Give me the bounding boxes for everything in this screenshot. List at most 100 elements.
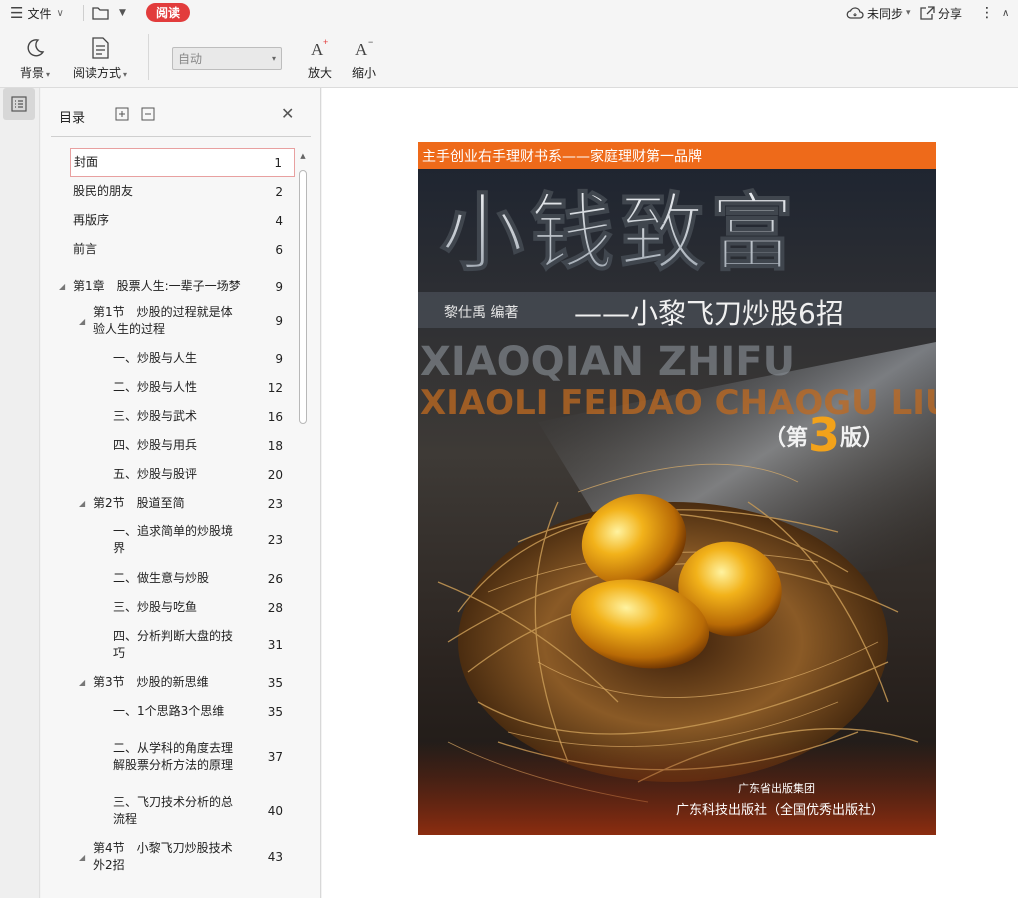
- toc-item-label: 股民的朋友: [73, 184, 134, 198]
- background-button[interactable]: 背景 ▾: [16, 36, 54, 82]
- toc-item[interactable]: 二、从学科的角度去理解股票分析方法的原理 37: [70, 739, 295, 775]
- toc-item[interactable]: 三、炒股与武术 16: [70, 402, 295, 431]
- svg-text:A: A: [355, 40, 368, 59]
- toc-item-page: 35: [267, 704, 283, 719]
- cover-pinyin-2: XIAOLI FEIDAO CHAOGU LIUZHAO: [420, 383, 936, 423]
- toc-item-page: 40: [267, 804, 283, 818]
- toc-item-page: 4: [275, 213, 283, 228]
- cover-pinyin-1: XIAOQIAN ZHIFU: [420, 339, 795, 385]
- toc-item-page: 18: [267, 438, 283, 453]
- toc-item[interactable]: 三、炒股与吃鱼 28: [70, 593, 295, 622]
- file-menu-button[interactable]: ☰ 文件 ∨: [10, 0, 64, 26]
- collapse-ribbon-icon[interactable]: ∧: [1002, 0, 1009, 26]
- toc-item-label: 三、炒股与吃鱼: [113, 600, 198, 614]
- toc-item-page: 31: [267, 638, 283, 652]
- toc-item-label: 封面: [74, 155, 99, 169]
- expand-triangle-icon[interactable]: ◢: [79, 303, 85, 339]
- cover-publisher-group: 广东省出版集团: [738, 781, 815, 795]
- toc-item-label: 第2节 股道至简: [93, 496, 185, 510]
- toc-toggle-button[interactable]: [3, 88, 35, 120]
- toc-item-label: 第4节 小黎飞刀炒股技术外2招: [93, 841, 233, 872]
- toc-item[interactable]: 一、炒股与人生 9: [70, 344, 295, 373]
- toc-item-label: 一、1个思路3个思维: [113, 704, 225, 718]
- scroll-up-icon[interactable]: ▲: [296, 149, 310, 163]
- cover-series-line: 主手创业右手理财书系——家庭理财第一品牌: [422, 148, 702, 165]
- toc-scrollbar[interactable]: ▲: [296, 149, 310, 898]
- cover-edition-open: （第: [764, 425, 808, 451]
- open-folder-button[interactable]: ▼: [92, 0, 126, 26]
- toc-item-label: 四、分析判断大盘的技巧: [113, 629, 234, 660]
- sync-status-label: 未同步: [867, 6, 904, 21]
- toc-item-page: 23: [267, 533, 283, 547]
- cover-subtitle: ——小黎飞刀炒股6招: [574, 297, 844, 330]
- zoom-in-icon: A +: [310, 36, 330, 60]
- cover-author: 黎仕禹 编著: [444, 305, 518, 321]
- toc-item[interactable]: ◢ 第4节 小黎飞刀炒股技术外2招 43: [70, 839, 295, 875]
- toc-item-label: 五、炒股与股评: [113, 467, 198, 481]
- toc-item[interactable]: 四、炒股与用兵 18: [70, 431, 295, 460]
- folder-icon: [92, 7, 109, 20]
- toc-item-page: 12: [267, 380, 283, 395]
- collapse-all-icon[interactable]: [141, 107, 155, 121]
- toc-item-page: 43: [267, 850, 283, 864]
- expand-triangle-icon[interactable]: ◢: [79, 489, 85, 518]
- toc-panel: 目录 ✕ 封面 1 股民的朋友 2 再版序 4 前言 6 ◢ 第1章 股票人生:…: [41, 88, 321, 898]
- toc-list: 封面 1 股民的朋友 2 再版序 4 前言 6 ◢ 第1章 股票人生:一辈子一场…: [41, 137, 299, 898]
- share-label: 分享: [938, 6, 963, 21]
- toc-item[interactable]: ◢ 第3节 炒股的新思维 35: [70, 668, 295, 697]
- zoom-select[interactable]: 自动 ▾: [172, 47, 282, 70]
- toc-item[interactable]: 再版序 4: [70, 206, 295, 235]
- book-cover-image: 主手创业右手理财书系——家庭理财第一品牌 小钱致富 黎仕禹 编著 ——小黎飞刀炒…: [418, 142, 936, 835]
- toc-item[interactable]: 五、炒股与股评 20: [70, 460, 295, 489]
- read-mode-button[interactable]: 阅读方式 ▾: [70, 36, 130, 82]
- chevron-down-icon: ▾: [906, 8, 911, 18]
- toc-item[interactable]: 前言 6: [70, 235, 295, 264]
- toc-item[interactable]: 一、1个思路3个思维 35: [70, 697, 295, 726]
- toc-item[interactable]: ◢ 第2节 股道至简 23: [70, 489, 295, 518]
- toc-item-label: 二、做生意与炒股: [113, 571, 210, 585]
- toc-item[interactable]: 二、做生意与炒股 26: [70, 564, 295, 593]
- sync-status-button[interactable]: 未同步 ▾: [846, 0, 911, 26]
- chevron-down-icon: ▾: [46, 70, 51, 79]
- toc-item-page: 35: [267, 675, 283, 690]
- expand-all-icon[interactable]: [115, 107, 129, 121]
- expand-triangle-icon[interactable]: ◢: [59, 272, 65, 301]
- svg-text:+: +: [323, 37, 328, 47]
- close-icon[interactable]: ✕: [281, 104, 294, 123]
- more-options-icon[interactable]: ⋮: [980, 0, 995, 26]
- toc-header: 目录 ✕: [41, 88, 321, 136]
- share-button[interactable]: 分享: [920, 0, 962, 26]
- chevron-down-icon: ▾: [271, 54, 276, 63]
- toc-item[interactable]: 一、追求简单的炒股境界 23: [70, 522, 295, 558]
- zoom-in-button[interactable]: A + 放大: [306, 36, 334, 82]
- toc-item[interactable]: 封面 1: [70, 148, 295, 177]
- cover-publisher: 广东科技出版社（全国优秀出版社）: [676, 802, 884, 818]
- expand-triangle-icon[interactable]: ◢: [79, 839, 85, 875]
- toc-item-label: 前言: [73, 242, 98, 256]
- scroll-thumb[interactable]: [299, 170, 307, 424]
- expand-triangle-icon[interactable]: ◢: [79, 668, 85, 697]
- cover-edition-close: 版）: [840, 426, 884, 451]
- chevron-down-icon: ▾: [123, 70, 128, 79]
- zoom-in-label: 放大: [307, 66, 332, 80]
- zoom-out-button[interactable]: A − 缩小: [350, 36, 378, 82]
- chevron-down-icon: ▼: [119, 8, 126, 18]
- toc-item-label: 一、炒股与人生: [113, 351, 198, 365]
- toc-item-label: 三、飞刀技术分析的总流程: [113, 795, 234, 826]
- toc-item-label: 二、从学科的角度去理解股票分析方法的原理: [113, 741, 234, 772]
- toc-item-page: 9: [275, 279, 283, 294]
- toc-item[interactable]: 四、分析判断大盘的技巧 31: [70, 627, 295, 663]
- toc-item[interactable]: 股民的朋友 2: [70, 177, 295, 206]
- toc-item-label: 第3节 炒股的新思维: [93, 675, 209, 689]
- toc-item-page: 9: [275, 314, 283, 328]
- toc-item[interactable]: ◢ 第1章 股票人生:一辈子一场梦 9: [59, 272, 295, 301]
- toc-item[interactable]: 二、炒股与人性 12: [70, 373, 295, 402]
- cloud-sync-icon: [846, 7, 864, 19]
- cover-edition-number: 3: [808, 408, 840, 462]
- read-mode-badge[interactable]: 阅读: [146, 3, 190, 22]
- toc-item[interactable]: ◢ 第1节 炒股的过程就是体验人生的过程 9: [70, 303, 295, 339]
- toc-item[interactable]: 三、飞刀技术分析的总流程 40: [70, 793, 295, 829]
- toolbar-divider: [148, 34, 149, 80]
- toc-item-label: 四、炒股与用兵: [113, 438, 198, 452]
- toc-item-page: 16: [267, 409, 283, 424]
